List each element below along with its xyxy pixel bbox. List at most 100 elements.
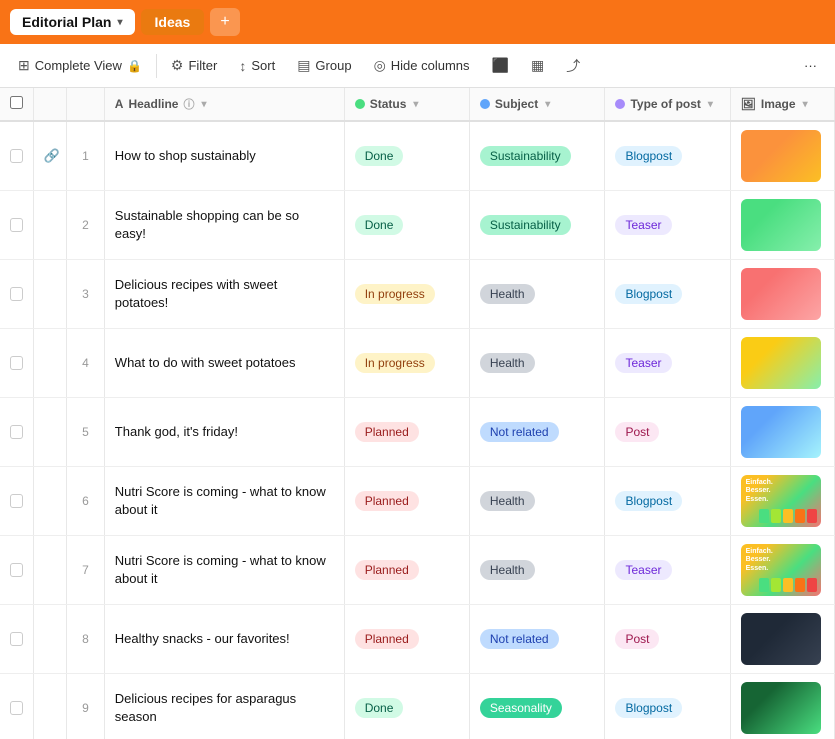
row-checkbox[interactable] <box>10 356 23 370</box>
col-header-num <box>67 88 105 121</box>
select-all-checkbox[interactable] <box>10 96 23 109</box>
row-checkbox[interactable] <box>10 218 23 232</box>
row-2-type: Teaser <box>605 191 730 260</box>
type-badge: Blogpost <box>615 698 682 718</box>
row-checkbox[interactable] <box>10 701 23 715</box>
row-7-number: 7 <box>67 536 105 605</box>
bookmark-button[interactable]: ⬛ <box>482 52 519 79</box>
table-row[interactable]: 2Sustainable shopping can be so easy! Don… <box>0 191 835 260</box>
row-5-type: Post <box>605 398 730 467</box>
type-badge: Teaser <box>615 560 671 580</box>
status-badge: Planned <box>355 629 419 649</box>
row-4-check-cell <box>0 329 33 398</box>
col-header-type[interactable]: Type of post ▾ <box>605 88 730 121</box>
row-8-check-cell <box>0 605 33 674</box>
row-7-headline: Nutri Score is coming - what to know abo… <box>104 536 344 605</box>
table-row[interactable]: 8Healthy snacks - our favorites!PlannedN… <box>0 605 835 674</box>
row-2-check-cell <box>0 191 33 260</box>
image-thumbnail <box>741 682 821 734</box>
info-icon: ⓘ <box>183 96 194 112</box>
row-2-headline: Sustainable shopping can be so easy! <box>104 191 344 260</box>
row-1-status: Done <box>344 121 469 191</box>
row-8-lock-cell <box>33 605 66 674</box>
columns-button[interactable]: ▦ <box>521 52 554 79</box>
row-1-image <box>730 121 834 191</box>
row-checkbox[interactable] <box>10 425 23 439</box>
table-row[interactable]: 4What to do with sweet potatoesIn progre… <box>0 329 835 398</box>
toolbar: ⊞ Complete View 🔒 ⚙ Filter ↕ Sort ▤ Grou… <box>0 44 835 88</box>
row-6-type: Blogpost <box>605 467 730 536</box>
row-6-number: 6 <box>67 467 105 536</box>
table-header-row: A Headline ⓘ ▾ Status ▾ <box>0 88 835 121</box>
data-table: A Headline ⓘ ▾ Status ▾ <box>0 88 835 739</box>
hide-columns-button[interactable]: ◎ Hide columns <box>364 52 480 79</box>
filter-icon: ⚙ <box>171 57 184 74</box>
row-2-number: 2 <box>67 191 105 260</box>
table-row[interactable]: 9Delicious recipes for asparagus seasonD… <box>0 674 835 739</box>
row-6-check-cell <box>0 467 33 536</box>
ideas-tab[interactable]: Ideas <box>141 9 205 35</box>
image-thumbnail: Einfach.Besser.Essen. <box>741 544 821 596</box>
row-9-status: Done <box>344 674 469 739</box>
col-header-check <box>0 88 33 121</box>
bookmark-icon: ⬛ <box>492 57 509 74</box>
col-header-status[interactable]: Status ▾ <box>344 88 469 121</box>
row-checkbox[interactable] <box>10 563 23 577</box>
status-badge: In progress <box>355 284 435 304</box>
col-header-image[interactable]: 🖼 Image ▾ <box>730 88 834 121</box>
more-button[interactable]: ··· <box>794 53 827 78</box>
table-row[interactable]: 5Thank god, it's friday!PlannedNot relat… <box>0 398 835 467</box>
add-tab-button[interactable]: + <box>210 8 239 36</box>
status-dot-icon <box>355 99 365 109</box>
col-header-headline[interactable]: A Headline ⓘ ▾ <box>104 88 344 121</box>
row-3-number: 3 <box>67 260 105 329</box>
type-badge: Teaser <box>615 215 671 235</box>
type-badge: Blogpost <box>615 146 682 166</box>
col-header-lock <box>33 88 66 121</box>
top-bar: Editorial Plan ▾ Ideas + <box>0 0 835 44</box>
type-badge: Teaser <box>615 353 671 373</box>
row-4-number: 4 <box>67 329 105 398</box>
row-1-number: 1 <box>67 121 105 191</box>
row-checkbox[interactable] <box>10 287 23 301</box>
table-row[interactable]: 6Nutri Score is coming - what to know ab… <box>0 467 835 536</box>
eye-icon: ◎ <box>374 57 386 74</box>
row-checkbox[interactable] <box>10 494 23 508</box>
row-5-subject: Not related <box>469 398 605 467</box>
sort-icon: ↕ <box>239 58 246 74</box>
row-1-check-cell <box>0 121 33 191</box>
group-icon: ▤ <box>297 57 310 74</box>
row-checkbox[interactable] <box>10 149 23 163</box>
row-9-subject: Seasonality <box>469 674 605 739</box>
share-icon: ⤴ <box>566 56 580 76</box>
link-icon: 🔗 <box>44 148 60 163</box>
row-3-check-cell <box>0 260 33 329</box>
subject-badge: Health <box>480 353 535 373</box>
complete-view-button[interactable]: ⊞ Complete View 🔒 <box>8 52 152 79</box>
status-badge: Planned <box>355 560 419 580</box>
image-thumbnail <box>741 130 821 182</box>
sort-arrow-image-icon: ▾ <box>803 99 808 110</box>
status-badge: Done <box>355 215 404 235</box>
group-button[interactable]: ▤ Group <box>287 52 361 79</box>
subject-badge: Health <box>480 284 535 304</box>
status-badge: In progress <box>355 353 435 373</box>
sort-button[interactable]: ↕ Sort <box>229 53 285 79</box>
table-row[interactable]: 3Delicious recipes with sweet potatoes!I… <box>0 260 835 329</box>
columns-icon: ▦ <box>531 57 544 74</box>
editorial-plan-tab[interactable]: Editorial Plan ▾ <box>10 9 135 35</box>
share-button[interactable]: ⤴ <box>556 51 590 81</box>
table-row[interactable]: 🔗1How to shop sustainablyDoneSustainabil… <box>0 121 835 191</box>
row-5-status: Planned <box>344 398 469 467</box>
subject-dot-icon <box>480 99 490 109</box>
image-thumbnail <box>741 199 821 251</box>
row-7-image: Einfach.Besser.Essen. <box>730 536 834 605</box>
row-checkbox[interactable] <box>10 632 23 646</box>
table-row[interactable]: 7Nutri Score is coming - what to know ab… <box>0 536 835 605</box>
col-header-subject[interactable]: Subject ▾ <box>469 88 605 121</box>
row-5-image <box>730 398 834 467</box>
type-dot-icon <box>615 99 625 109</box>
row-5-check-cell <box>0 398 33 467</box>
row-4-status: In progress <box>344 329 469 398</box>
filter-button[interactable]: ⚙ Filter <box>161 52 227 79</box>
